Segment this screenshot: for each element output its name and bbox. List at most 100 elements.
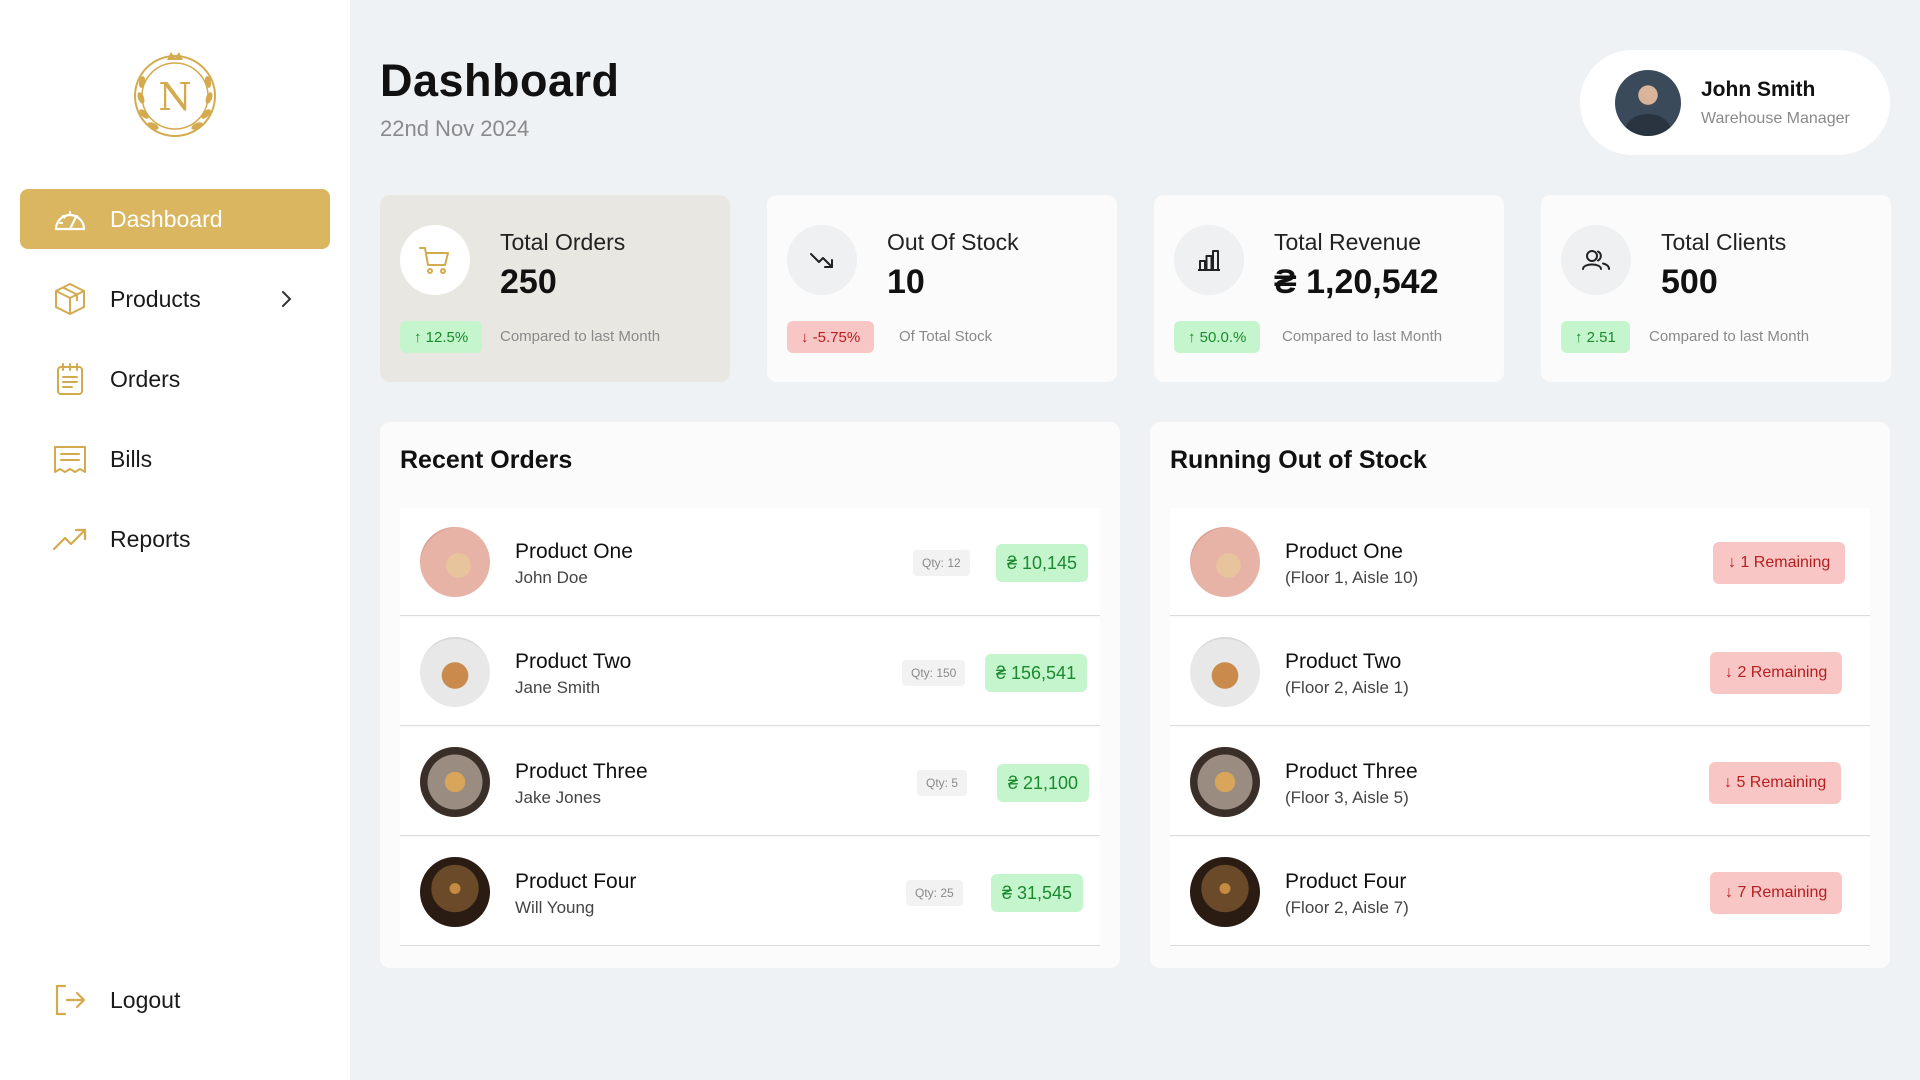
qty-badge: Qty: 5 (917, 770, 968, 796)
product-thumbnail (420, 527, 490, 597)
trend-badge: ↑ 2.51 (1561, 321, 1630, 353)
sidebar-item-bills[interactable]: Bills (20, 429, 330, 489)
bar-chart-icon (1174, 225, 1244, 295)
panel-title: Running Out of Stock (1170, 446, 1427, 474)
stat-value: ₴ 1,20,542 (1274, 263, 1439, 301)
sidebar-item-orders[interactable]: Orders (20, 349, 330, 409)
remaining-badge: ↓ 7 Remaining (1710, 872, 1843, 914)
product-thumbnail (1190, 747, 1260, 817)
product-location: (Floor 3, Aisle 5) (1285, 788, 1409, 807)
trend-badge: ↑ 50.0.% (1174, 321, 1261, 353)
price-badge: ₴ 21,100 (997, 764, 1090, 802)
profile-info: John Smith Warehouse Manager (1701, 78, 1850, 128)
stat-note: Compared to last Month (1282, 328, 1443, 345)
stat-note: Of Total Stock (899, 328, 993, 345)
sidebar-item-label: Bills (110, 445, 153, 472)
sidebar-item-label: Products (110, 285, 201, 312)
stat-note: Compared to last Month (500, 328, 661, 345)
stat-value: 250 (500, 263, 557, 301)
qty-badge: Qty: 150 (902, 660, 966, 686)
running-out-panel: Running Out of Stock Product One (Floor … (1150, 422, 1890, 968)
profile-role: Warehouse Manager (1701, 109, 1850, 127)
product-name: Product One (515, 540, 633, 563)
product-location: (Floor 1, Aisle 10) (1285, 568, 1419, 587)
stat-note: Compared to last Month (1649, 328, 1810, 345)
stat-card-total-orders[interactable]: Total Orders 250 ↑ 12.5% Compared to las… (380, 195, 730, 382)
customer-name: Jake Jones (515, 788, 601, 807)
product-thumbnail (1190, 857, 1260, 927)
product-thumbnail (420, 637, 490, 707)
stat-card-total-clients[interactable]: Total Clients 500 ↑ 2.51 Compared to las… (1541, 195, 1891, 382)
user-profile-card[interactable]: John Smith Warehouse Manager (1580, 50, 1890, 155)
stock-row[interactable]: Product Four (Floor 2, Aisle 7) ↓ 7 Rema… (1170, 838, 1870, 946)
product-name: Product Four (1285, 870, 1407, 893)
order-row[interactable]: Product Two Jane Smith Qty: 150 ₴ 156,54… (400, 618, 1100, 726)
stat-title: Total Orders (500, 229, 626, 255)
stat-card-out-of-stock[interactable]: Out Of Stock 10 ↓ -5.75% Of Total Stock (767, 195, 1117, 382)
product-name: Product Two (1285, 650, 1402, 673)
order-row[interactable]: Product Three Jake Jones Qty: 5 ₴ 21,100 (400, 728, 1100, 836)
product-name: Product Three (1285, 760, 1418, 783)
customer-name: Jane Smith (515, 678, 601, 697)
sidebar: N Dashboard Products Orders Bills Report… (0, 0, 350, 1080)
product-name: Product One (1285, 540, 1403, 563)
stock-row[interactable]: Product Three (Floor 3, Aisle 5) ↓ 5 Rem… (1170, 728, 1870, 836)
product-name: Product Four (515, 870, 637, 893)
profile-name: John Smith (1701, 77, 1816, 101)
sidebar-item-dashboard[interactable]: Dashboard (20, 189, 330, 249)
page-title: Dashboard (380, 55, 620, 106)
stock-row[interactable]: Product Two (Floor 2, Aisle 1) ↓ 2 Remai… (1170, 618, 1870, 726)
logout-button[interactable]: Logout (20, 970, 330, 1030)
users-icon (1561, 225, 1631, 295)
stat-value: 500 (1661, 263, 1718, 301)
qty-badge: Qty: 25 (906, 880, 963, 906)
stat-title: Out Of Stock (887, 229, 1019, 255)
cart-icon (400, 225, 470, 295)
avatar[interactable] (1615, 69, 1681, 136)
sidebar-item-products[interactable]: Products (20, 269, 330, 329)
product-thumbnail (1190, 527, 1260, 597)
trend-down-icon (787, 225, 857, 295)
product-location: (Floor 2, Aisle 7) (1285, 898, 1409, 917)
product-name: Product Three (515, 760, 648, 783)
stat-card-total-revenue[interactable]: Total Revenue ₴ 1,20,542 ↑ 50.0.% Compar… (1154, 195, 1504, 382)
svg-text:N: N (158, 75, 191, 119)
logout-icon (50, 980, 90, 1020)
gauge-icon (50, 199, 90, 239)
page-date: 22nd Nov 2024 (380, 116, 530, 141)
stat-title: Total Clients (1661, 229, 1787, 255)
chevron-right-icon[interactable] (274, 287, 298, 311)
bill-icon (50, 439, 90, 479)
stat-value: 10 (887, 263, 925, 301)
sidebar-item-reports[interactable]: Reports (20, 509, 330, 569)
trend-badge: ↑ 12.5% (400, 321, 483, 353)
stat-title: Total Revenue (1274, 229, 1422, 255)
remaining-badge: ↓ 1 Remaining (1713, 542, 1846, 584)
sidebar-item-label: Reports (110, 525, 191, 552)
trend-up-icon (50, 519, 90, 559)
panel-title: Recent Orders (400, 446, 573, 474)
brand-logo[interactable]: N (129, 48, 221, 140)
qty-badge: Qty: 12 (913, 550, 970, 576)
logout-label: Logout (110, 986, 181, 1013)
box-icon (50, 279, 90, 319)
sidebar-item-label: Dashboard (110, 205, 223, 232)
price-badge: ₴ 31,545 (991, 874, 1084, 912)
stock-row[interactable]: Product One (Floor 1, Aisle 10) ↓ 1 Rema… (1170, 508, 1870, 616)
product-thumbnail (1190, 637, 1260, 707)
sidebar-item-label: Orders (110, 365, 181, 392)
recent-orders-panel: Recent Orders Product One John Doe Qty: … (380, 422, 1120, 968)
price-badge: ₴ 10,145 (996, 544, 1089, 582)
customer-name: John Doe (515, 568, 588, 587)
order-row[interactable]: Product One John Doe Qty: 12 ₴ 10,145 (400, 508, 1100, 616)
product-name: Product Two (515, 650, 632, 673)
customer-name: Will Young (515, 898, 595, 917)
clipboard-icon (50, 359, 90, 399)
product-thumbnail (420, 747, 490, 817)
product-thumbnail (420, 857, 490, 927)
remaining-badge: ↓ 5 Remaining (1709, 762, 1842, 804)
trend-badge: ↓ -5.75% (787, 321, 875, 353)
price-badge: ₴ 156,541 (985, 654, 1088, 692)
order-row[interactable]: Product Four Will Young Qty: 25 ₴ 31,545 (400, 838, 1100, 946)
remaining-badge: ↓ 2 Remaining (1710, 652, 1843, 694)
